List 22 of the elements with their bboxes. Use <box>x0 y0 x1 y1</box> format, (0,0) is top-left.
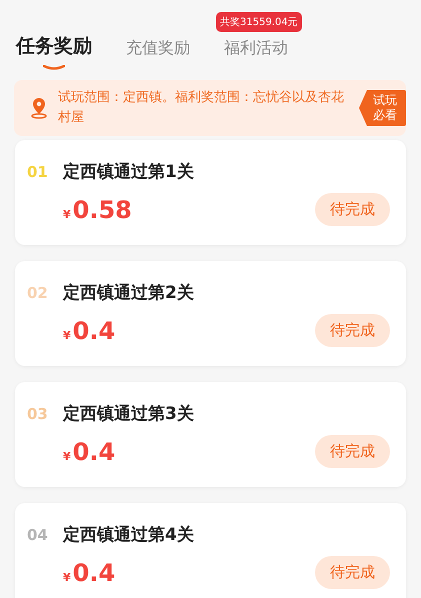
status-button[interactable]: 待完成 <box>315 314 390 347</box>
task-title: 定西镇通过第4关 <box>63 524 194 546</box>
notice-text: 试玩范围：定西镇。福利奖范围：忘忧谷以及杏花村屋 <box>58 89 345 127</box>
tab[interactable]: 充值奖励 <box>126 38 190 70</box>
reward-amount: ¥0.4 <box>63 438 116 466</box>
reward-amount: ¥0.58 <box>63 196 132 224</box>
prize-badge: 共奖31559.04元 <box>216 12 302 32</box>
tab[interactable]: 任务奖励 <box>16 33 92 70</box>
rank-number: 02 <box>27 284 49 302</box>
reward-amount: ¥0.4 <box>63 558 116 586</box>
tab-underline-icon <box>43 65 65 70</box>
rank-number: 04 <box>27 526 49 544</box>
rank-number: 03 <box>27 405 49 423</box>
status-button[interactable]: 待完成 <box>315 193 390 226</box>
status-button[interactable]: 待完成 <box>315 556 390 589</box>
task-title: 定西镇通过第2关 <box>63 282 194 304</box>
rank-number: 01 <box>27 163 49 181</box>
location-pin-icon <box>30 97 48 119</box>
task-title: 定西镇通过第1关 <box>63 161 194 183</box>
status-button[interactable]: 待完成 <box>315 435 390 468</box>
reward-amount: ¥0.4 <box>63 316 116 344</box>
task-title: 定西镇通过第3关 <box>63 403 194 425</box>
